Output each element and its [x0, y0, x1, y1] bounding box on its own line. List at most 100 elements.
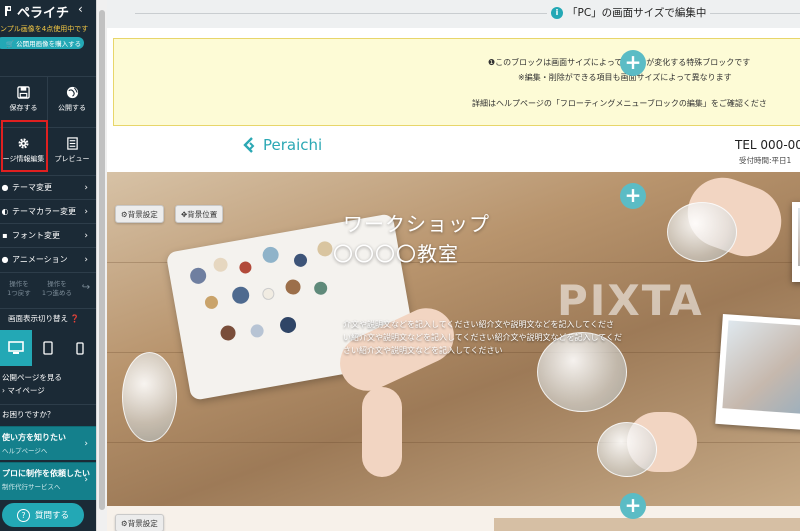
background-settings-button[interactable]: ⚙ 背景設定 — [115, 205, 164, 223]
sample-image-notice: ンプル画像を4点使用中です — [0, 25, 89, 33]
background-settings-label: 背景設定 — [127, 518, 158, 528]
redo-line1: 操作を — [47, 280, 67, 288]
device-switcher — [0, 330, 96, 366]
workshop-photo — [715, 313, 800, 431]
chevron-right-icon: › — [84, 254, 88, 265]
font-icon: ▪ — [2, 231, 8, 240]
publish-label: 公開する — [58, 103, 86, 112]
undo-redo-bar: 操作を 1つ戻す 操作を 1つ進める ↪ — [0, 272, 96, 306]
save-button[interactable]: 保存する — [0, 77, 48, 121]
hero-title-line2[interactable]: 〇〇〇〇教室 — [333, 238, 459, 267]
ask-question-button[interactable]: ? 質問する — [2, 503, 84, 527]
redo-line2: 1つ進める — [41, 289, 73, 297]
highlight-box — [1, 120, 48, 172]
site-header[interactable]: Peraichi TEL 000-00 受付時間:平日1 — [107, 126, 800, 172]
menu-animation[interactable]: ● アニメーション › — [0, 247, 96, 271]
button-bead — [238, 260, 253, 275]
next-block[interactable] — [107, 506, 800, 531]
request-panel[interactable]: プロに制作を依頼したい 制作代行サービスへ › — [0, 462, 96, 500]
help-heading: お困りですか？ — [0, 404, 96, 424]
notice-line3: 詳細はヘルプページの「フローティングメニューブロックの編集」をご確認くださ — [472, 99, 767, 108]
globe-icon — [66, 86, 78, 98]
howto-panel[interactable]: 使い方を知りたい ヘルプページへ › — [0, 426, 96, 460]
app-name: ペライチ — [17, 5, 70, 21]
add-block-button[interactable]: + — [620, 183, 646, 209]
screen-mode-bar: i 「PC」の画面サイズで編集中 — [107, 0, 800, 28]
menu-theme-change[interactable]: ● テーマ変更 › — [0, 175, 96, 199]
button-bead — [230, 285, 251, 306]
button-bead — [313, 280, 329, 296]
scrollbar-thumb[interactable] — [99, 10, 105, 510]
mobile-icon — [76, 341, 84, 355]
redo-button[interactable]: 操作を 1つ進める — [38, 273, 76, 306]
menu-font-label: フォント変更 — [12, 231, 60, 240]
button-bead — [278, 315, 298, 335]
photo-content — [722, 320, 800, 414]
hero-title-line1[interactable]: ワークショップ — [343, 208, 490, 237]
menu-theme-color-change[interactable]: ◐ テーマカラー変更 › — [0, 199, 96, 223]
preview-icon — [66, 136, 78, 150]
gear-icon: ⚙ — [121, 518, 128, 528]
chevron-left-icon[interactable]: ‹ — [78, 2, 83, 16]
site-logo-text: Peraichi — [263, 136, 323, 154]
undo-line1: 操作を — [9, 280, 29, 288]
button-bead — [212, 256, 229, 273]
publish-button[interactable]: 公開する — [48, 77, 96, 121]
background-settings-button[interactable]: ⚙ 背景設定 — [115, 514, 164, 531]
glass-jar-image — [667, 202, 737, 262]
glass-jar-image — [122, 352, 177, 442]
info-icon: i — [551, 6, 563, 19]
undo-button[interactable]: 操作を 1つ戻す — [0, 273, 38, 306]
tablet-icon — [43, 341, 53, 355]
background-position-label: 背景位置 — [187, 209, 218, 219]
mobile-view-button[interactable] — [64, 330, 96, 366]
ask-label: 質問する — [34, 511, 69, 521]
preview-button[interactable]: プレビュー — [48, 128, 96, 172]
menu-animation-label: アニメーション — [12, 255, 68, 264]
request-subtitle: 制作代行サービスへ — [2, 483, 61, 491]
site-logo[interactable]: Peraichi — [242, 136, 322, 154]
howto-title: 使い方を知りたい — [2, 433, 66, 442]
screen-mode-text: 「PC」の画面サイズで編集中 — [567, 7, 707, 19]
next-block-image — [494, 518, 800, 531]
button-bead — [219, 324, 237, 342]
tablet-view-button[interactable] — [32, 330, 64, 366]
buy-images-button[interactable]: 🛒 公開用画像を購入する — [0, 37, 84, 49]
glass-jar-image — [597, 422, 657, 477]
my-page-link[interactable]: › マイページ — [0, 385, 96, 396]
stock-watermark: PIXTA — [557, 276, 704, 325]
hero-description-line2[interactable]: い紹介文や説明文などを記入してください紹介文や説明文などを記入してくだ — [343, 332, 622, 343]
menu-theme-label: テーマ変更 — [12, 183, 52, 192]
chevron-right-icon: › — [84, 206, 88, 217]
my-page-label: マイページ — [7, 386, 45, 395]
add-block-button[interactable]: + — [620, 493, 646, 519]
sidebar-scrollbar[interactable] — [96, 0, 107, 531]
redo-arrow-icon: ↪ — [81, 282, 91, 293]
menu-theme-color-label: テーマカラー変更 — [12, 207, 76, 216]
screen-switch-label: 画面表示切り替え ❓ — [0, 308, 96, 328]
button-bead — [316, 240, 334, 258]
button-bead — [203, 294, 220, 310]
preview-label: プレビュー — [54, 154, 90, 163]
gear-icon: ⚙ — [121, 209, 128, 219]
primary-actions: 保存する 公開する — [0, 76, 96, 121]
glass-bowl-image — [537, 332, 627, 412]
hero-description-line3[interactable]: さい紹介文や説明文などを記入してください — [343, 345, 503, 356]
menu-font-change[interactable]: ▪ フォント変更 › — [0, 223, 96, 247]
add-block-button[interactable]: + — [620, 50, 646, 76]
view-public-page-link[interactable]: 公開ページを見る — [0, 372, 96, 383]
button-bead — [249, 323, 265, 339]
desktop-view-button[interactable] — [0, 330, 32, 366]
button-bead — [284, 278, 302, 296]
button-bead — [292, 252, 309, 268]
background-settings-label: 背景設定 — [127, 209, 158, 219]
screen-mode-indicator: i 「PC」の画面サイズで編集中 — [547, 5, 711, 20]
desktop-icon — [8, 341, 24, 354]
howto-subtitle: ヘルプページへ — [2, 447, 48, 455]
arm-image — [362, 387, 402, 477]
save-label: 保存する — [9, 103, 38, 112]
hero-description-line1[interactable]: 介文や説明文などを記入してください紹介文や説明文などを記入してくださ — [343, 319, 614, 330]
background-position-button[interactable]: ✥ 背景位置 — [175, 205, 224, 223]
chevron-right-icon: › — [84, 475, 88, 485]
request-title: プロに制作を依頼したい — [2, 469, 90, 478]
